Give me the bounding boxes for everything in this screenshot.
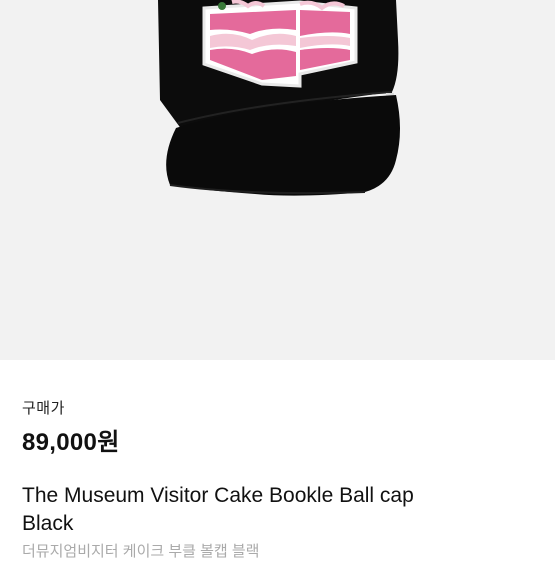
product-subtitle: 더뮤지엄비지터 케이크 부클 볼캡 블랙 bbox=[22, 543, 260, 560]
price-value: 89,000원 bbox=[22, 429, 120, 456]
product-title: The Museum Visitor Cake Bookle Ball cap … bbox=[22, 484, 414, 535]
ball-cap-illustration bbox=[158, 0, 400, 196]
product-image[interactable] bbox=[0, 0, 555, 360]
listing-info: 구매가 89,000원 The Museum Visitor Cake Book… bbox=[0, 360, 555, 560]
price-label: 구매가 bbox=[22, 400, 65, 417]
